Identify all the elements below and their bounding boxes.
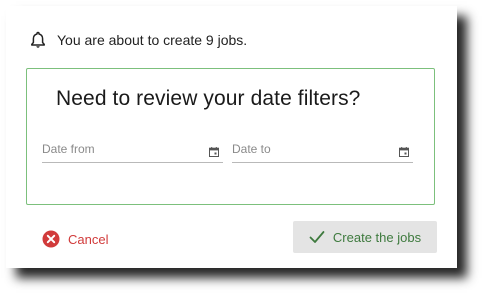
date-from-placeholder: Date from <box>42 142 95 156</box>
date-to-placeholder: Date to <box>232 142 271 156</box>
create-jobs-button[interactable]: Create the jobs <box>293 221 437 253</box>
date-filter-panel: Need to review your date filters? Date f… <box>26 68 435 205</box>
date-from-field[interactable]: Date from <box>42 139 223 163</box>
cancel-label: Cancel <box>68 231 109 247</box>
create-jobs-label: Create the jobs <box>332 229 422 245</box>
cancel-button[interactable]: Cancel <box>42 228 108 250</box>
cancel-circle-icon <box>42 230 60 248</box>
stage: You are about to create 9 jobs. Need to … <box>0 0 488 299</box>
calendar-icon[interactable] <box>209 144 219 158</box>
date-to-field[interactable]: Date to <box>232 139 413 163</box>
jobs-notice: You are about to create 9 jobs. <box>28 28 247 52</box>
create-jobs-dialog: You are about to create 9 jobs. Need to … <box>6 6 457 268</box>
notice-text: You are about to create 9 jobs. <box>57 32 248 48</box>
bell-icon <box>28 30 48 50</box>
calendar-icon[interactable] <box>399 144 409 158</box>
check-icon <box>309 230 325 244</box>
filter-panel-title: Need to review your date filters? <box>56 87 361 110</box>
